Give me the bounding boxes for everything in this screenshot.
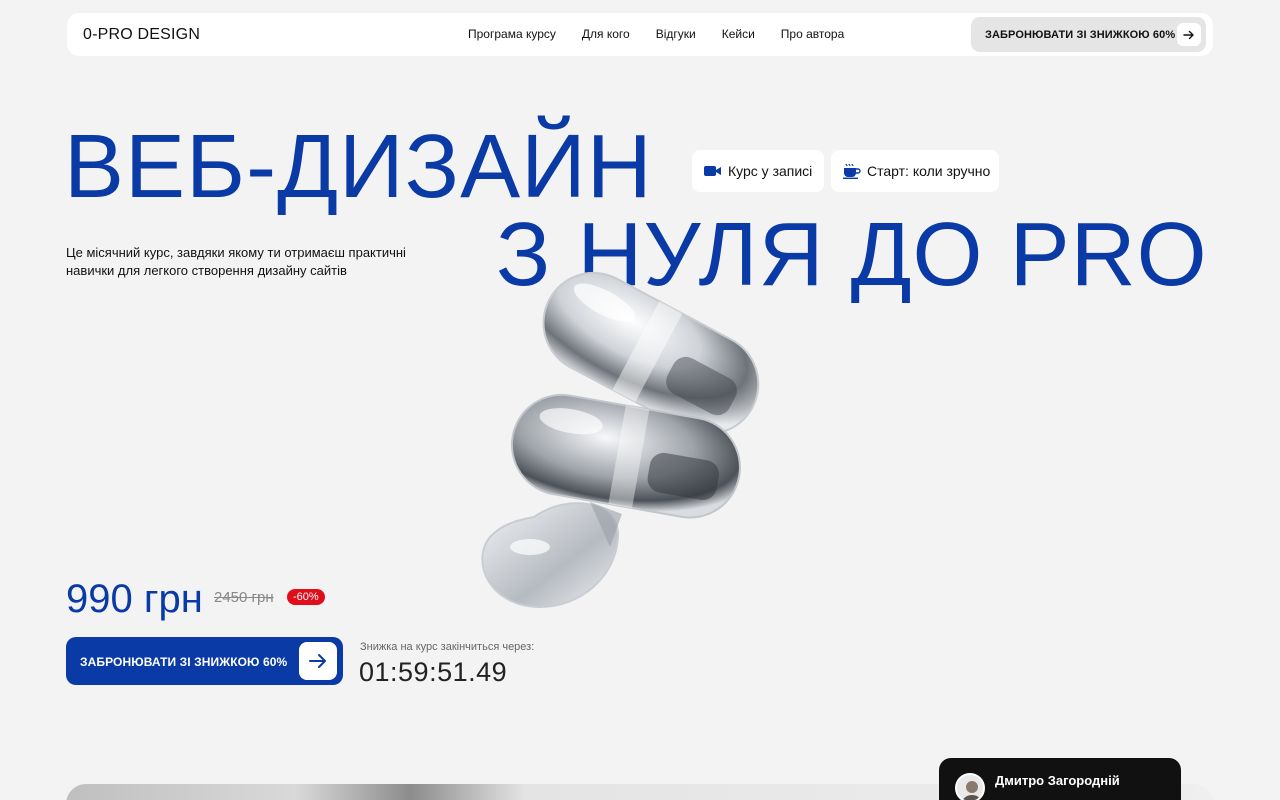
arrow-right-icon	[1177, 23, 1201, 46]
coffee-cup-icon	[843, 163, 861, 179]
book-discount-button-label: ЗАБРОНЮВАТИ ЗІ ЗНИЖКОЮ 60%	[80, 655, 288, 669]
chip-start-anytime: Старт: коли зручно	[831, 150, 999, 192]
menu-item-author[interactable]: Про автора	[781, 27, 844, 41]
old-price: 2450 грн	[214, 589, 274, 606]
chip-start-anytime-label: Старт: коли зручно	[867, 163, 991, 179]
menu-item-program[interactable]: Програма курсу	[468, 27, 556, 41]
discount-countdown: 01:59:51.49	[359, 657, 508, 687]
menu-item-cases[interactable]: Кейси	[722, 27, 755, 41]
hero-title-line1: ВЕБ-ДИЗАЙН	[64, 117, 653, 217]
nav-book-button[interactable]: ЗАБРОНЮВАТИ ЗІ ЗНИЖКОЮ 60%	[971, 17, 1206, 52]
author-name: Дмитро Загородній	[995, 773, 1120, 788]
current-price: 990 грн	[66, 577, 203, 621]
arrow-right-icon	[299, 642, 337, 680]
discount-timer-label: Знижка на курс закінчиться через:	[360, 641, 535, 653]
chip-recorded-course-label: Курс у записі	[728, 163, 813, 179]
discount-badge: -60%	[287, 589, 325, 605]
hero-description: Це місячний курс, завдяки якому ти отрим…	[66, 245, 406, 278]
avatar	[955, 773, 985, 800]
top-navigation: 0-PRO DESIGN Програма курсу Для кого Від…	[67, 13, 1213, 56]
book-discount-button[interactable]: ЗАБРОНЮВАТИ ЗІ ЗНИЖКОЮ 60%	[66, 637, 343, 685]
chip-recorded-course: Курс у записі	[692, 150, 824, 192]
glass-capsules-illustration	[481, 271, 760, 609]
site-logo[interactable]: 0-PRO DESIGN	[83, 26, 200, 44]
menu-item-audience[interactable]: Для кого	[582, 27, 630, 41]
main-menu: Програма курсу Для кого Відгуки Кейси Пр…	[468, 27, 870, 41]
menu-item-reviews[interactable]: Відгуки	[656, 27, 696, 41]
video-camera-icon	[704, 165, 722, 177]
nav-book-button-label: ЗАБРОНЮВАТИ ЗІ ЗНИЖКОЮ 60%	[985, 28, 1176, 41]
author-card[interactable]: Дмитро Загородній	[939, 758, 1181, 800]
